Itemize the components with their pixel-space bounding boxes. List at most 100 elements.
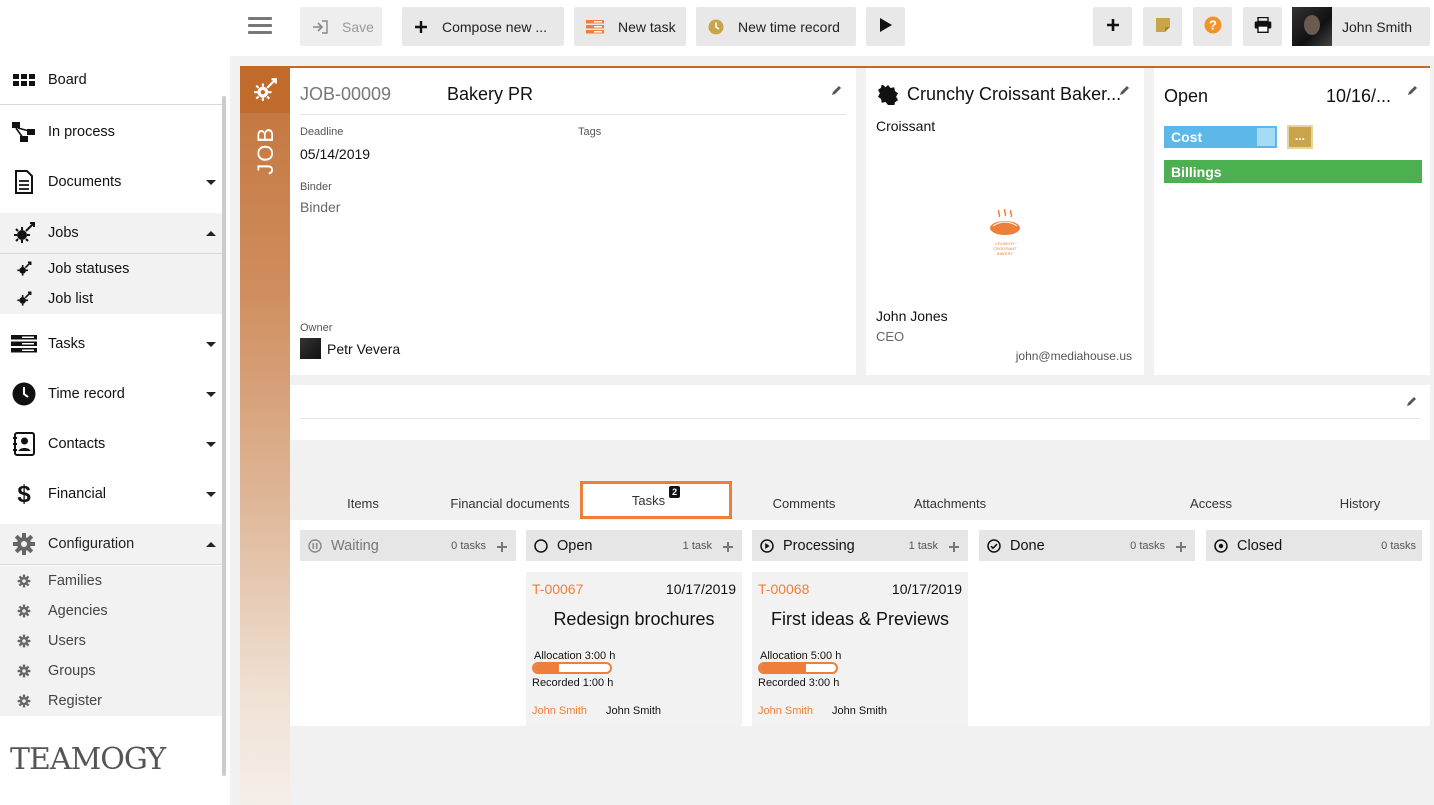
divider — [300, 114, 846, 115]
task-id[interactable]: T-00068 — [758, 581, 809, 597]
task-assignee[interactable]: John Smith — [532, 705, 587, 717]
sidebar-item-job-statuses[interactable]: Job statuses — [0, 254, 222, 284]
sidebar-item-in-process[interactable]: In process — [0, 116, 222, 148]
task-allocation: Allocation 5:00 h — [760, 650, 842, 662]
client-name: Crunchy Croissant Baker... — [907, 84, 1122, 104]
jobs-icon — [15, 290, 33, 308]
dollar-icon: $ — [11, 481, 37, 507]
sidebar-item-configuration[interactable]: Configuration — [0, 524, 222, 564]
sidebar-item-users[interactable]: Users — [0, 626, 222, 656]
edit-icon[interactable] — [1406, 394, 1418, 406]
task-date: 10/17/2019 — [665, 581, 736, 597]
print-button[interactable] — [1243, 7, 1282, 46]
tab-attachments[interactable]: Attachments — [900, 496, 1000, 511]
compose-button[interactable]: Compose new ... — [402, 7, 564, 46]
status-card: Open 10/16/... Cost ... Billings — [1154, 68, 1430, 375]
sidebar-item-time-record[interactable]: Time record — [0, 378, 222, 410]
cost-bar[interactable]: Cost — [1164, 126, 1277, 148]
edit-icon[interactable] — [831, 83, 843, 95]
new-time-record-button[interactable]: New time record — [696, 7, 856, 46]
sidebar-scrollbar[interactable] — [222, 96, 226, 776]
divider — [0, 104, 222, 105]
plus-icon[interactable] — [722, 540, 734, 552]
jobs-icon — [11, 220, 37, 246]
sidebar-item-groups[interactable]: Groups — [0, 656, 222, 686]
add-button[interactable] — [1093, 7, 1132, 46]
column-count: 0 tasks — [1381, 539, 1416, 552]
sidebar-item-register[interactable]: Register — [0, 686, 222, 716]
tab-financial-documents[interactable]: Financial documents — [440, 496, 580, 511]
help-icon: ? — [1204, 16, 1222, 37]
help-button[interactable]: ? — [1193, 7, 1232, 46]
tab-tasks[interactable]: Tasks 2 — [580, 481, 732, 519]
main-content: JOB JOB-00009 Bakery PR Deadline 05/14/2… — [230, 56, 1434, 805]
dot-circle-icon — [1213, 538, 1229, 554]
logo-text: TEAMOGY — [10, 742, 166, 777]
task-board: Waiting 0 tasks Open 1 task Processing 1… — [290, 520, 1430, 726]
sidebar-item-label: In process — [48, 124, 115, 140]
edit-icon[interactable] — [1119, 83, 1131, 95]
contact-role: CEO — [876, 329, 905, 344]
task-recorded: Recorded 1:00 h — [532, 677, 614, 689]
task-assignee[interactable]: John Smith — [758, 705, 813, 717]
new-task-button[interactable]: New task — [574, 7, 686, 46]
sidebar-item-label: Configuration — [48, 536, 135, 552]
billings-bar[interactable]: Billings — [1164, 160, 1422, 183]
plus-icon[interactable] — [496, 540, 508, 552]
description-card[interactable] — [290, 385, 1430, 440]
more-button[interactable]: ... — [1287, 125, 1313, 149]
column-done: Done 0 tasks — [979, 530, 1195, 561]
gear-icon — [15, 602, 33, 620]
save-button[interactable]: Save — [300, 7, 382, 46]
task-list-icon — [586, 19, 604, 34]
tab-items[interactable]: Items — [330, 496, 396, 511]
sidebar-item-contacts[interactable]: Contacts — [0, 428, 222, 460]
sidebar-item-label: Documents — [48, 174, 122, 190]
task-card[interactable]: T-00067 10/17/2019 Redesign brochures Al… — [526, 572, 742, 726]
board-icon — [11, 67, 37, 93]
task-progress-fill — [534, 664, 560, 672]
task-card[interactable]: T-00068 10/17/2019 First ideas & Preview… — [752, 572, 968, 726]
owner-label: Owner — [300, 322, 333, 334]
play-button[interactable] — [866, 7, 905, 46]
plus-icon[interactable] — [1175, 540, 1187, 552]
tab-comments[interactable]: Comments — [760, 496, 848, 511]
notes-button[interactable] — [1143, 7, 1182, 46]
sidebar-item-jobs[interactable]: Jobs — [0, 213, 222, 253]
sidebar-item-documents[interactable]: Documents — [0, 166, 222, 198]
sidebar-item-job-list[interactable]: Job list — [0, 284, 222, 314]
task-date: 10/17/2019 — [891, 581, 962, 597]
column-waiting: Waiting 0 tasks — [300, 530, 516, 561]
sidebar-item-board[interactable]: Board — [0, 68, 222, 92]
edit-icon[interactable] — [1407, 83, 1419, 95]
sidebar-item-label: Tasks — [48, 336, 86, 352]
sidebar-item-financial[interactable]: $ Financial — [0, 478, 222, 510]
contact-email[interactable]: john@mediahouse.us — [1016, 349, 1132, 363]
sidebar-item-label: Families — [48, 573, 102, 589]
plus-icon[interactable] — [948, 540, 960, 552]
new-task-label: New task — [618, 18, 676, 35]
clock-icon — [11, 381, 37, 407]
clock-icon — [708, 19, 724, 35]
menu-icon[interactable] — [248, 14, 272, 38]
client-logo: CRUNCHY CROISSANT BAKERY — [985, 208, 1025, 256]
sidebar-item-label: Groups — [48, 663, 96, 679]
task-title: Redesign brochures — [553, 609, 715, 629]
contacts-icon — [11, 431, 37, 457]
tab-access[interactable]: Access — [1176, 496, 1246, 511]
chevron-down-icon — [206, 441, 216, 447]
tab-history[interactable]: History — [1320, 496, 1400, 511]
document-icon — [11, 169, 37, 195]
task-id[interactable]: T-00067 — [532, 581, 583, 597]
job-strip: JOB — [240, 66, 290, 805]
column-open: Open 1 task — [526, 530, 742, 561]
sidebar-item-tasks[interactable]: Tasks — [0, 328, 222, 360]
user-menu[interactable]: John Smith — [1292, 7, 1430, 46]
sidebar-item-families[interactable]: Families — [0, 566, 222, 596]
printer-icon — [1254, 16, 1272, 36]
contact-name: John Jones — [876, 308, 948, 324]
task-owner: John Smith — [606, 705, 662, 717]
sidebar-item-label: Job statuses — [48, 261, 130, 277]
plus-icon — [1106, 18, 1120, 35]
sidebar-item-agencies[interactable]: Agencies — [0, 596, 222, 626]
